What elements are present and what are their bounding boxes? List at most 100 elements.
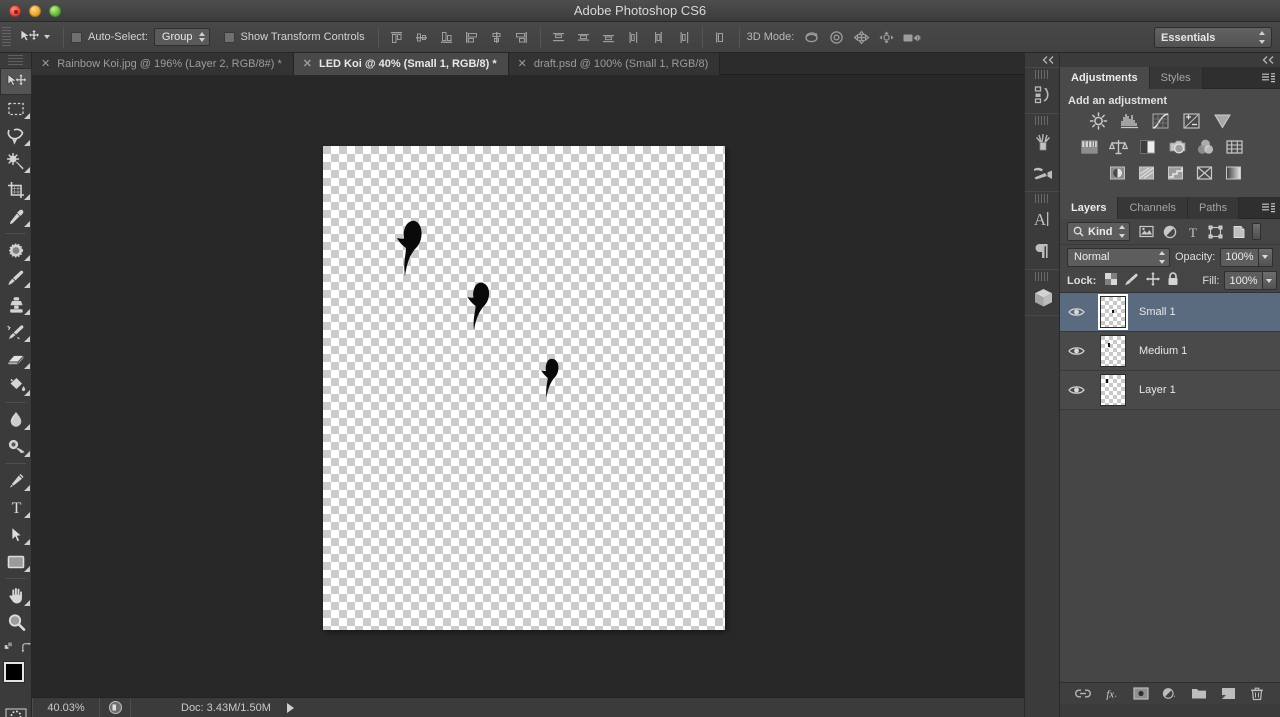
3d-slide-tool-button[interactable] — [875, 27, 897, 47]
panel-menu-button[interactable] — [1262, 73, 1275, 83]
lock-transparent-pixels-button[interactable] — [1105, 273, 1117, 288]
eraser-tool-button[interactable] — [0, 345, 32, 372]
paragraph-panel-button[interactable] — [1025, 235, 1061, 267]
quick-mask-icon[interactable] — [3, 707, 29, 717]
status-more-arrow[interactable] — [287, 703, 294, 713]
brush-tool-button[interactable] — [0, 264, 32, 291]
paint-bucket-tool-button[interactable] — [0, 372, 32, 399]
default-colors-icon[interactable] — [4, 640, 15, 654]
layer-name[interactable]: Layer 1 — [1133, 384, 1176, 396]
path-selection-tool-button[interactable] — [0, 521, 32, 548]
horizontal-type-tool-button[interactable]: T — [0, 494, 32, 521]
new-group-button[interactable] — [1191, 686, 1207, 702]
canvas[interactable] — [323, 146, 725, 630]
dock-grip[interactable] — [1035, 116, 1049, 125]
fill-dropdown-button[interactable] — [1263, 271, 1277, 290]
options-bar-grip[interactable] — [2, 27, 11, 48]
tab-paths[interactable]: Paths — [1188, 197, 1239, 219]
levels-button[interactable] — [1119, 111, 1140, 130]
layer-name[interactable]: Medium 1 — [1133, 345, 1187, 357]
collapse-panels-button[interactable] — [1025, 53, 1059, 67]
3d-panel-button[interactable] — [1025, 281, 1061, 313]
filter-shape-layers-button[interactable] — [1205, 222, 1226, 242]
dock-grip[interactable] — [1035, 70, 1049, 79]
show-transform-controls-checkbox[interactable] — [224, 32, 235, 43]
layer-style-button[interactable]: fx — [1104, 686, 1120, 702]
document-work-area[interactable] — [32, 75, 1024, 697]
tab-adjustments[interactable]: Adjustments — [1060, 67, 1150, 89]
threshold-button[interactable] — [1165, 163, 1186, 182]
expand-panels-button[interactable] — [1060, 53, 1280, 67]
document-info-icon[interactable] — [100, 701, 130, 714]
fill-value[interactable]: 100% — [1224, 271, 1262, 290]
dock-grip[interactable] — [1035, 272, 1049, 281]
close-icon[interactable]: ✕ — [41, 59, 50, 70]
selective-color-button[interactable] — [1194, 163, 1215, 182]
distribute-horizontal-centers-button[interactable] — [648, 27, 670, 47]
dock-grip[interactable] — [1035, 194, 1049, 203]
align-bottom-edges-button[interactable] — [436, 27, 458, 47]
magic-wand-tool-button[interactable] — [0, 149, 32, 176]
tab-styles[interactable]: Styles — [1150, 67, 1203, 89]
lock-all-button[interactable] — [1167, 272, 1179, 289]
panel-menu-button[interactable] — [1262, 203, 1275, 213]
opacity-dropdown-button[interactable] — [1259, 248, 1273, 267]
distribute-bottom-edges-button[interactable] — [598, 27, 620, 47]
auto-align-layers-button[interactable] — [710, 27, 732, 47]
clone-stamp-tool-button[interactable] — [0, 291, 32, 318]
lock-image-pixels-button[interactable] — [1124, 273, 1139, 289]
tab-channels[interactable]: Channels — [1118, 197, 1187, 219]
filter-adjustment-layers-button[interactable] — [1159, 222, 1180, 242]
brightness-contrast-button[interactable] — [1088, 111, 1109, 130]
tool-preset-chevron-icon[interactable] — [44, 35, 50, 39]
3d-roll-tool-button[interactable] — [825, 27, 847, 47]
photo-filter-button[interactable] — [1166, 137, 1187, 156]
rectangular-marquee-tool-button[interactable] — [0, 95, 32, 122]
3d-camera-tool-button[interactable] — [900, 27, 922, 47]
layer-row[interactable]: Layer 1 — [1060, 371, 1280, 410]
history-brush-tool-button[interactable] — [0, 318, 32, 345]
add-layer-mask-button[interactable] — [1133, 686, 1149, 702]
rectangle-tool-button[interactable] — [0, 548, 32, 575]
new-fill-adjustment-layer-button[interactable] — [1162, 686, 1178, 702]
gradient-map-button[interactable] — [1223, 163, 1244, 182]
brush-panel-button[interactable] — [1025, 125, 1061, 157]
layer-visibility-toggle[interactable] — [1060, 306, 1093, 318]
zoom-level[interactable]: 40.03% — [33, 702, 99, 714]
lock-position-button[interactable] — [1146, 272, 1160, 289]
document-tab-active[interactable]: ✕ LED Koi @ 40% (Small 1, RGB/8) * — [294, 53, 509, 75]
distribute-right-edges-button[interactable] — [673, 27, 695, 47]
current-tool-indicator[interactable] — [15, 25, 56, 49]
tools-panel-grip[interactable] — [8, 55, 23, 67]
invert-button[interactable] — [1107, 163, 1128, 182]
layer-row[interactable]: Medium 1 — [1060, 332, 1280, 371]
foreground-color-swatch[interactable] — [4, 662, 24, 682]
crop-tool-button[interactable] — [0, 176, 32, 203]
auto-select-scope-select[interactable]: Group — [154, 28, 210, 46]
vibrance-button[interactable] — [1212, 111, 1233, 130]
move-tool-button[interactable] — [0, 68, 32, 95]
layer-name[interactable]: Small 1 — [1133, 306, 1176, 318]
document-tab[interactable]: ✕ Rainbow Koi.jpg @ 196% (Layer 2, RGB/8… — [32, 53, 294, 75]
align-left-edges-button[interactable] — [461, 27, 483, 47]
brush-presets-panel-button[interactable] — [1025, 157, 1061, 189]
align-right-edges-button[interactable] — [511, 27, 533, 47]
filter-type-layers-button[interactable]: T — [1182, 222, 1203, 242]
filter-smart-object-layers-button[interactable] — [1228, 222, 1249, 242]
delete-layer-button[interactable] — [1249, 686, 1265, 702]
zoom-tool-button[interactable] — [0, 609, 32, 636]
layer-filter-kind-select[interactable]: Kind — [1067, 222, 1130, 241]
distribute-top-edges-button[interactable] — [548, 27, 570, 47]
hand-tool-button[interactable] — [0, 582, 32, 609]
posterize-button[interactable] — [1136, 163, 1157, 182]
color-lookup-button[interactable] — [1224, 137, 1245, 156]
filter-pixel-layers-button[interactable] — [1136, 222, 1157, 242]
channel-mixer-button[interactable] — [1195, 137, 1216, 156]
layer-thumbnail[interactable] — [1100, 374, 1126, 406]
layer-visibility-toggle[interactable] — [1060, 384, 1093, 396]
dodge-tool-button[interactable] — [0, 433, 32, 460]
color-balance-button[interactable] — [1108, 137, 1129, 156]
align-horizontal-centers-button[interactable] — [486, 27, 508, 47]
workspace-selector[interactable]: Essentials — [1154, 27, 1272, 48]
black-white-button[interactable] — [1137, 137, 1158, 156]
